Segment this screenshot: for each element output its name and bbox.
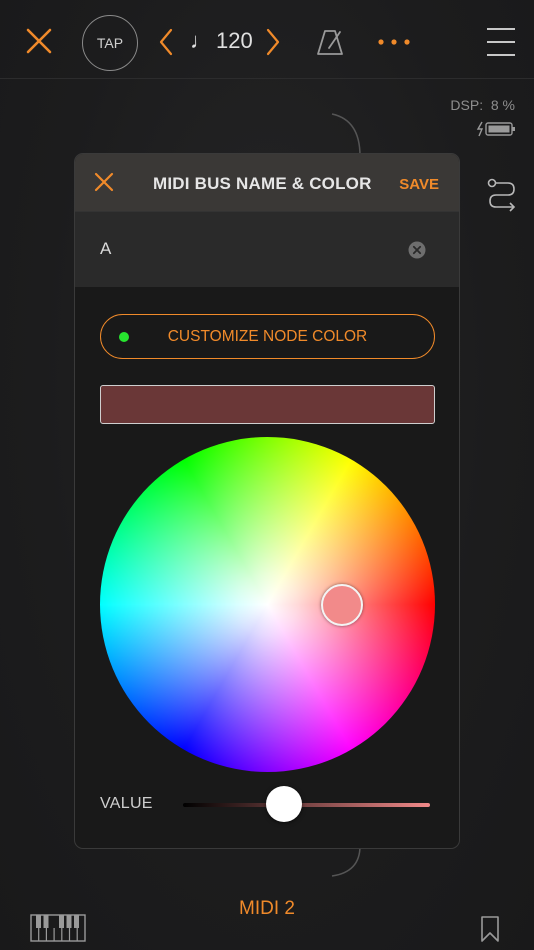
quarter-note-icon: ♩ — [190, 28, 212, 53]
value-slider-track[interactable] — [183, 803, 430, 807]
clear-text-icon[interactable] — [408, 241, 426, 259]
close-icon[interactable] — [93, 171, 115, 193]
metronome-icon[interactable] — [316, 28, 344, 56]
dsp-readout: DSP: 8 % — [450, 97, 515, 113]
battery-charging-icon — [476, 121, 515, 137]
hamburger-menu-icon[interactable] — [486, 26, 516, 58]
bus-name-color-dialog: MIDI BUS NAME & COLOR SAVE A CUSTOMIZE N… — [74, 153, 460, 849]
more-options-icon[interactable] — [377, 38, 411, 46]
tap-tempo-button[interactable]: TAP — [82, 15, 138, 71]
dialog-title: MIDI BUS NAME & COLOR — [153, 174, 372, 193]
routing-icon[interactable] — [486, 178, 518, 218]
color-wheel-handle[interactable] — [321, 584, 363, 626]
connection-line-bottom — [331, 846, 361, 877]
bus-name-value[interactable]: A — [100, 239, 111, 259]
value-label: VALUE — [100, 795, 153, 812]
tempo-value: 120 — [216, 28, 253, 53]
connection-line-top — [331, 113, 361, 156]
toolbar-divider — [0, 78, 534, 79]
midi-bus-title[interactable]: MIDI 2 — [0, 898, 534, 920]
chevron-right-icon[interactable] — [264, 28, 282, 56]
dsp-label: DSP: — [450, 97, 484, 113]
top-toolbar: TAP ♩ 120 — [0, 0, 534, 80]
color-wheel[interactable] — [100, 437, 435, 772]
value-slider-thumb[interactable] — [266, 786, 303, 822]
bus-name-field[interactable]: A — [75, 211, 459, 287]
close-icon[interactable] — [22, 24, 56, 58]
dsp-value: 8 % — [490, 97, 515, 113]
customize-label: CUSTOMIZE NODE COLOR — [167, 328, 368, 345]
save-button[interactable]: SAVE — [399, 176, 439, 193]
bookmark-icon[interactable] — [480, 915, 500, 943]
tempo-display[interactable]: ♩ 120 — [190, 28, 253, 54]
customize-node-color-toggle[interactable]: CUSTOMIZE NODE COLOR — [100, 314, 435, 359]
chevron-left-icon[interactable] — [157, 28, 175, 56]
tap-label: TAP — [96, 35, 124, 51]
dialog-header: MIDI BUS NAME & COLOR SAVE — [75, 154, 459, 211]
selected-color-swatch — [100, 385, 435, 424]
